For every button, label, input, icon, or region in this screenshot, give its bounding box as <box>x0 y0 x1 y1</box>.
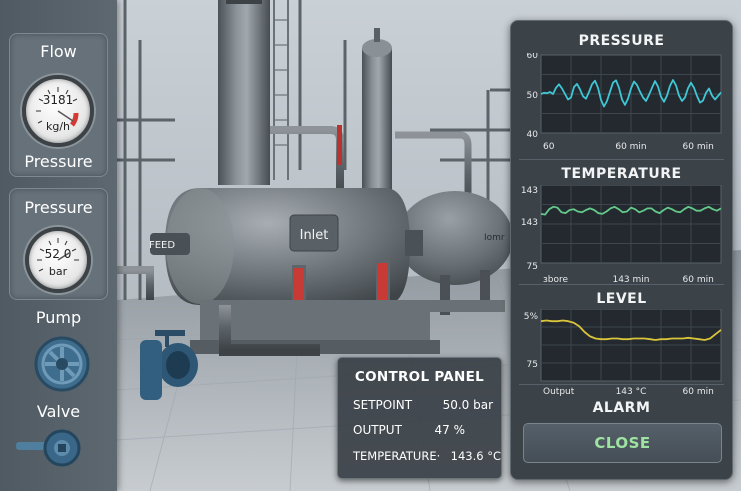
flow-gauge-caption: Pressure <box>24 152 93 171</box>
control-panel-title: CONTROL PANEL <box>354 369 485 385</box>
output-label: OUTPUT <box>353 423 402 437</box>
pressure-gauge-dial: 52 0 bar <box>25 227 91 293</box>
temperature-chart[interactable]: 14314375ɜbore 143 min 60 min <box>511 185 732 300</box>
trend-panel: PRESSURE 60 50 40 60 60 min 60 min TEMPERATUR… <box>510 20 733 480</box>
pressure-chart-title: PRESSURE <box>578 33 665 49</box>
feed-label: FEED <box>149 240 175 251</box>
valve-label: Valve <box>36 402 81 421</box>
flow-gauge-value: 3181 <box>42 93 74 107</box>
y-tick-label: 60 <box>527 53 539 61</box>
temperature-value: 143.6 °C <box>450 449 501 463</box>
y-tick-label: 50 <box>527 91 539 101</box>
x-tick-label: 60 min <box>615 142 646 152</box>
vessel-label: Inlet <box>300 228 329 243</box>
level-chart-title: LEVEL <box>596 291 647 307</box>
pressure-gauge-title: Pressure <box>24 198 93 217</box>
control-panel: CONTROL PANEL SETPOINT 50.0 bar OUTPUT 4… <box>337 357 502 479</box>
pressure-gauge-value: 52 0 <box>44 247 72 261</box>
x-tick-label: 60 min <box>683 387 714 397</box>
vessel2-label: Iomr <box>484 233 505 243</box>
x-tick-label: 60 <box>543 142 555 152</box>
left-sidebar: Flow 3181 kg/h Pressure Pressure 52 0 ba… <box>0 0 117 491</box>
flow-gauge-unit: kg/h <box>45 120 71 133</box>
temperature-chart-title: TEMPERATURE <box>561 166 682 182</box>
valve-icon[interactable] <box>14 424 84 474</box>
alarm-title: ALARM <box>592 400 651 416</box>
close-alarm-button[interactable]: CLOSE <box>523 423 722 463</box>
pressure-gauge-unit: bar <box>48 265 68 278</box>
flow-gauge-title: Flow <box>40 42 77 61</box>
output-value: 47 % <box>434 423 466 437</box>
x-tick-label: Output <box>543 387 575 397</box>
setpoint-label: SETPOINT <box>353 398 413 412</box>
pump-icon[interactable] <box>33 335 91 393</box>
flow-gauge-dial: 3181 kg/h <box>22 75 94 147</box>
pump-label: Pump <box>35 308 82 327</box>
y-tick-label: 143 <box>521 218 538 228</box>
y-tick-label: 75 <box>527 360 538 370</box>
flow-gauge-ticks <box>36 87 79 127</box>
setpoint-value: 50.0 bar <box>442 398 493 412</box>
flow-gauge-card[interactable]: Flow 3181 kg/h Pressure <box>9 33 108 177</box>
y-tick-label: 75 <box>527 262 538 272</box>
y-tick-label: 40 <box>527 130 539 140</box>
temperature-label: TEMPERATURE· <box>353 449 441 463</box>
pressure-gauge-card[interactable]: Pressure 52 0 bar <box>9 188 108 300</box>
divider <box>519 159 724 160</box>
y-tick-label: 5% <box>524 312 539 322</box>
divider <box>519 284 724 285</box>
x-tick-label: 143 °C <box>616 387 647 397</box>
pressure-chart[interactable]: 60 50 40 60 60 min 60 min <box>511 53 732 168</box>
x-tick-label: 60 min <box>683 142 714 152</box>
divider <box>519 384 724 385</box>
y-tick-label: 143 <box>521 186 538 196</box>
